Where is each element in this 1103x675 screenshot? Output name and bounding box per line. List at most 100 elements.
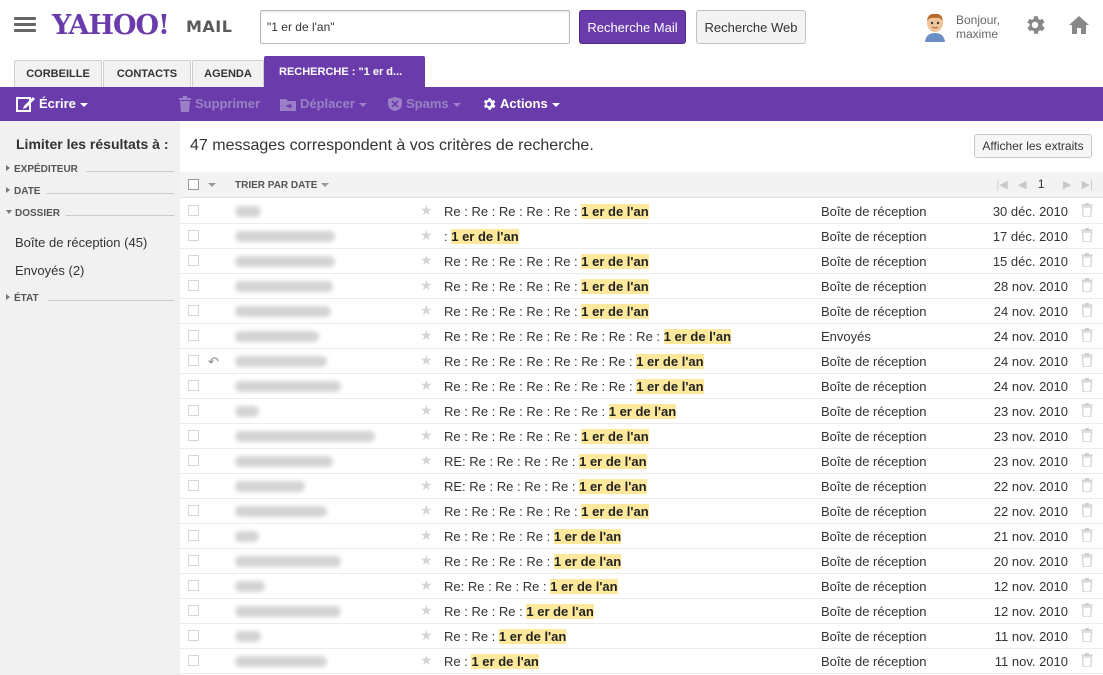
avatar[interactable]: [922, 12, 948, 42]
sort-by-date-button[interactable]: TRIER PAR DATE: [235, 180, 330, 191]
message-checkbox[interactable]: [188, 355, 199, 366]
trash-icon[interactable]: [1081, 578, 1093, 592]
mail-logo-text[interactable]: MAIL: [186, 17, 232, 36]
filter-folder[interactable]: DOSSIER: [6, 208, 174, 222]
message-checkbox[interactable]: [188, 230, 199, 241]
star-icon[interactable]: ★: [420, 277, 433, 294]
message-row[interactable]: ★ Re : Re : Re : Re : Re : 1 er de l'an Bo…: [180, 199, 1103, 224]
message-checkbox[interactable]: [188, 530, 199, 541]
message-row[interactable]: ★ Re : Re : 1 er de l'an Boîte de réceptio…: [180, 624, 1103, 649]
spam-button[interactable]: Spams: [387, 87, 461, 121]
search-web-button[interactable]: Recherche Web: [696, 10, 806, 44]
star-icon[interactable]: ★: [420, 302, 433, 319]
filter-sender[interactable]: EXPÉDITEUR: [6, 164, 174, 178]
message-row[interactable]: ★ Re : Re : Re : Re : Re : 1 er de l'an Bo…: [180, 424, 1103, 449]
message-row[interactable]: ★ Re : Re : Re : Re : 1 er de l'an Boîte d…: [180, 524, 1103, 549]
star-icon[interactable]: ★: [420, 602, 433, 619]
trash-icon[interactable]: [1081, 203, 1093, 217]
message-row[interactable]: ★ Re : Re : Re : 1 er de l'an Boîte de réc…: [180, 599, 1103, 624]
message-checkbox[interactable]: [188, 630, 199, 641]
search-input[interactable]: [260, 10, 570, 44]
tab-contacts[interactable]: CONTACTS: [103, 60, 191, 87]
trash-icon[interactable]: [1081, 478, 1093, 492]
trash-icon[interactable]: [1081, 303, 1093, 317]
trash-icon[interactable]: [1081, 378, 1093, 392]
star-icon[interactable]: ★: [420, 202, 433, 219]
first-page-icon[interactable]: |◀: [996, 178, 1007, 191]
message-row[interactable]: ★ Re : Re : Re : Re : Re : Re : Re : Re :…: [180, 324, 1103, 349]
message-row[interactable]: ★ Re : Re : Re : Re : 1 er de l'an Boîte d…: [180, 549, 1103, 574]
star-icon[interactable]: ★: [420, 452, 433, 469]
trash-icon[interactable]: [1081, 228, 1093, 242]
message-row[interactable]: ★: 1 er de l'an Boîte de réception 17 déc.…: [180, 224, 1103, 249]
message-row[interactable]: ★ Re : Re : Re : Re : Re : Re : 1 er de l…: [180, 399, 1103, 424]
message-checkbox[interactable]: [188, 205, 199, 216]
star-icon[interactable]: ★: [420, 377, 433, 394]
message-row[interactable]: ★ Re : Re : Re : Re : Re : 1 er de l'an Bo…: [180, 499, 1103, 524]
compose-button[interactable]: Écrire: [16, 87, 88, 121]
message-checkbox[interactable]: [188, 555, 199, 566]
show-extracts-button[interactable]: Afficher les extraits: [974, 134, 1092, 158]
star-icon[interactable]: ★: [420, 652, 433, 669]
star-icon[interactable]: ★: [420, 252, 433, 269]
trash-icon[interactable]: [1081, 628, 1093, 642]
tab-calendar[interactable]: AGENDA: [192, 60, 264, 87]
yahoo-logo[interactable]: YAHOO!: [52, 10, 170, 41]
message-checkbox[interactable]: [188, 255, 199, 266]
trash-icon[interactable]: [1081, 653, 1093, 667]
star-icon[interactable]: ★: [420, 427, 433, 444]
star-icon[interactable]: ★: [420, 327, 433, 344]
message-checkbox[interactable]: [188, 580, 199, 591]
trash-icon[interactable]: [1081, 353, 1093, 367]
message-checkbox[interactable]: [188, 380, 199, 391]
trash-icon[interactable]: [1081, 253, 1093, 267]
tab-trash[interactable]: CORBEILLE: [14, 60, 102, 87]
delete-button[interactable]: Supprimer: [178, 87, 260, 121]
star-icon[interactable]: ★: [420, 352, 433, 369]
trash-icon[interactable]: [1081, 503, 1093, 517]
next-page-icon[interactable]: ▶: [1063, 178, 1071, 191]
trash-icon[interactable]: [1081, 603, 1093, 617]
message-row[interactable]: ★ RE: Re : Re : Re : Re : 1 er de l'an Boî…: [180, 474, 1103, 499]
message-checkbox[interactable]: [188, 505, 199, 516]
gear-icon[interactable]: [1023, 13, 1047, 37]
message-checkbox[interactable]: [188, 605, 199, 616]
trash-icon[interactable]: [1081, 328, 1093, 342]
menu-icon[interactable]: [14, 17, 36, 33]
actions-button[interactable]: Actions: [481, 87, 560, 121]
message-checkbox[interactable]: [188, 480, 199, 491]
star-icon[interactable]: ★: [420, 627, 433, 644]
move-button[interactable]: Déplacer: [279, 87, 367, 121]
folder-link-sent[interactable]: Envoyés (2): [15, 263, 84, 278]
star-icon[interactable]: ★: [420, 552, 433, 569]
folder-link-inbox[interactable]: Boîte de réception (45): [15, 235, 147, 250]
star-icon[interactable]: ★: [420, 227, 433, 244]
trash-icon[interactable]: [1081, 553, 1093, 567]
trash-icon[interactable]: [1081, 278, 1093, 292]
trash-icon[interactable]: [1081, 403, 1093, 417]
star-icon[interactable]: ★: [420, 502, 433, 519]
prev-page-icon[interactable]: ◀: [1018, 178, 1026, 191]
star-icon[interactable]: ★: [420, 477, 433, 494]
trash-icon[interactable]: [1081, 453, 1093, 467]
star-icon[interactable]: ★: [420, 577, 433, 594]
message-row[interactable]: ★ Re: Re : Re : Re : 1 er de l'an Boîte de…: [180, 574, 1103, 599]
home-icon[interactable]: [1067, 13, 1091, 37]
message-checkbox[interactable]: [188, 305, 199, 316]
select-menu-chevron-icon[interactable]: [208, 183, 216, 187]
message-row[interactable]: ★ Re : Re : Re : Re : Re : 1 er de l'an Bo…: [180, 249, 1103, 274]
trash-icon[interactable]: [1081, 428, 1093, 442]
message-checkbox[interactable]: [188, 655, 199, 666]
filter-state[interactable]: ÉTAT: [6, 293, 174, 307]
message-row[interactable]: ★ Re : Re : Re : Re : Re : Re : Re : 1 er…: [180, 374, 1103, 399]
trash-icon[interactable]: [1081, 528, 1093, 542]
star-icon[interactable]: ★: [420, 402, 433, 419]
filter-date[interactable]: DATE: [6, 186, 174, 200]
search-mail-button[interactable]: Recherche Mail: [579, 10, 686, 44]
message-row[interactable]: ★ RE: Re : Re : Re : Re : 1 er de l'an Boî…: [180, 449, 1103, 474]
select-all-checkbox[interactable]: [188, 179, 199, 190]
message-checkbox[interactable]: [188, 280, 199, 291]
last-page-icon[interactable]: ▶|: [1082, 178, 1093, 191]
message-checkbox[interactable]: [188, 430, 199, 441]
message-checkbox[interactable]: [188, 330, 199, 341]
